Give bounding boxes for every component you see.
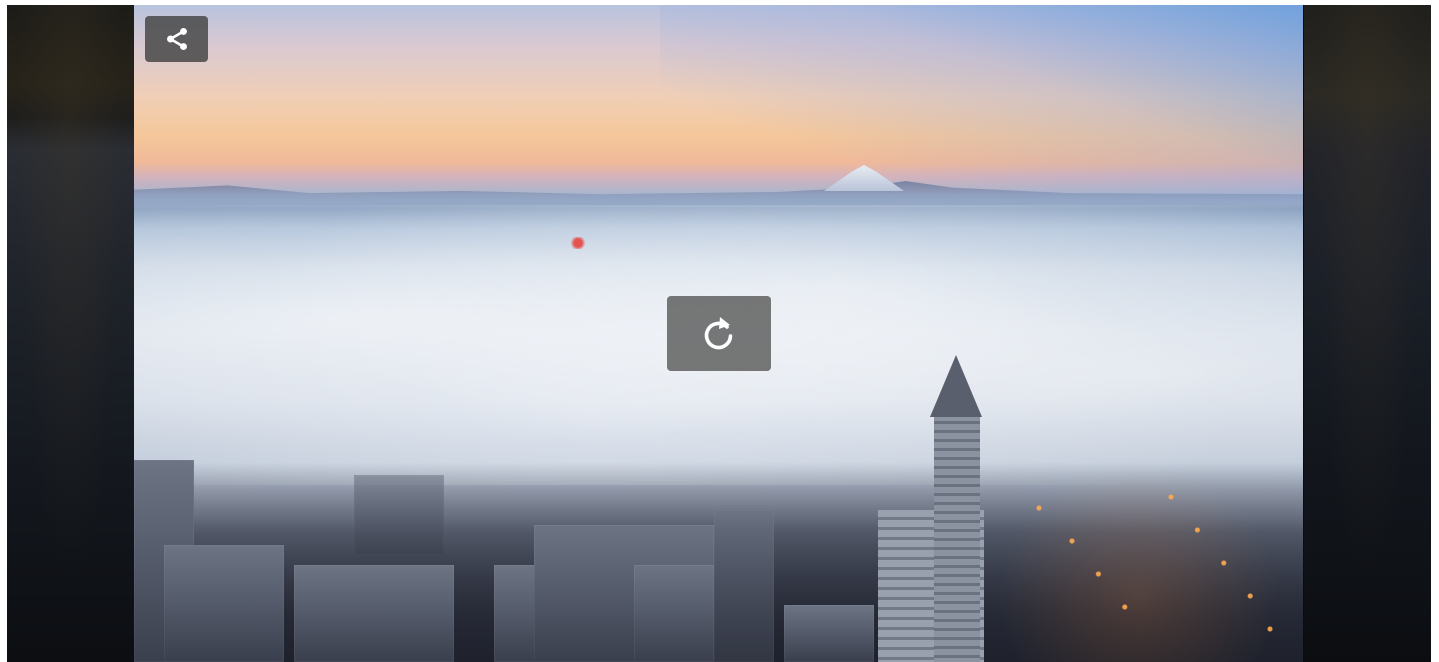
sky-gradient: [660, 5, 1303, 203]
blurred-backdrop-right: [1304, 5, 1431, 662]
blurred-backdrop-left: [7, 5, 134, 662]
building: [714, 510, 774, 662]
building: [354, 475, 444, 555]
red-light: [570, 237, 586, 249]
share-button[interactable]: [145, 16, 208, 62]
replay-button[interactable]: [667, 296, 771, 371]
street-lights: [973, 442, 1303, 662]
tower-spire: [930, 355, 982, 417]
building: [294, 565, 454, 662]
share-icon: [164, 26, 190, 52]
building: [784, 605, 874, 662]
building: [164, 545, 284, 662]
video-player[interactable]: [7, 5, 1431, 662]
replay-icon: [699, 314, 739, 354]
building: [634, 565, 714, 662]
